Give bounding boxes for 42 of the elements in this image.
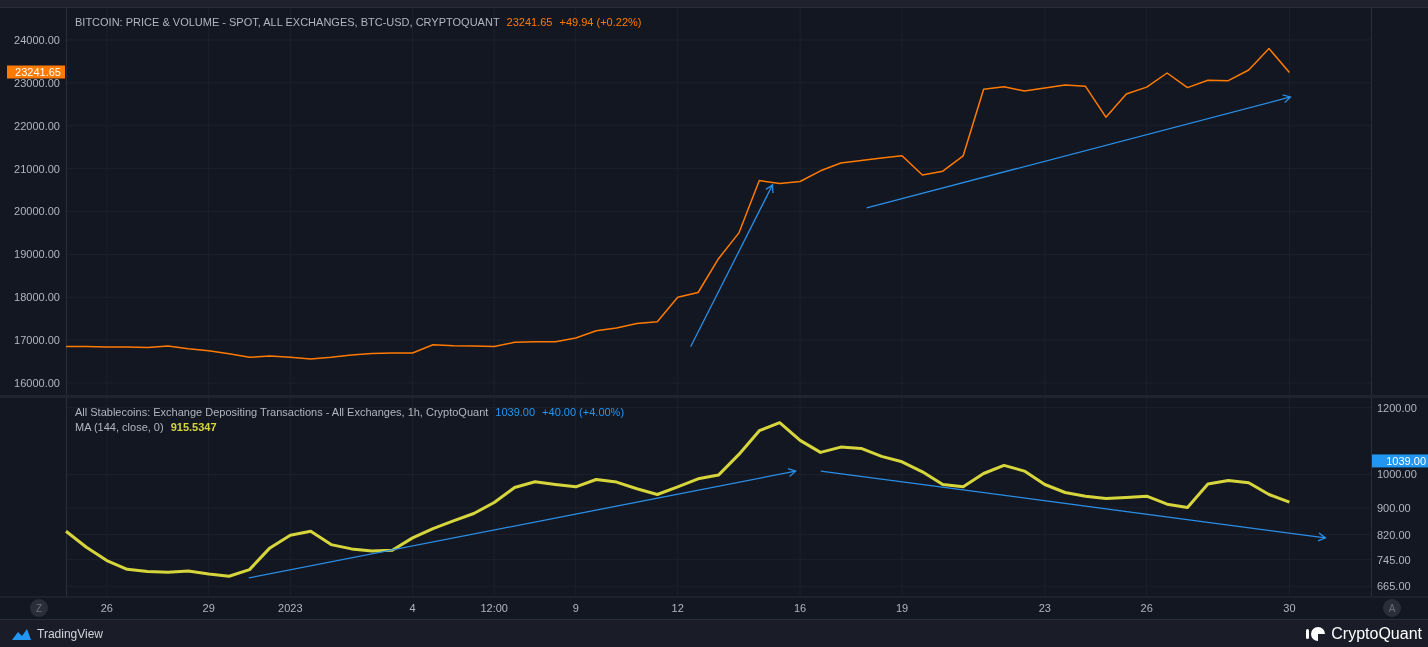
time-label: 23 [1038,602,1051,614]
auto-scale-button[interactable]: A [1383,599,1401,617]
axis-label: 19000.00 [14,248,60,261]
price-change: +49.94 (+0.22%) [559,16,642,28]
price-value: 23241.65 [506,16,553,28]
brand-name: TradingView [37,626,104,641]
axis-label: 820.00 [1377,528,1411,541]
time-label: 26 [100,602,113,614]
axis-label: 22000.00 [14,119,60,132]
axis-label: 16000.00 [14,377,60,389]
axis-label: 21000.00 [14,162,60,175]
brand-name: CryptoQuant [1331,624,1422,643]
axis-label: 900.00 [1377,501,1411,514]
time-label: 12:00 [480,602,508,614]
axis-label: 665.00 [1377,580,1411,593]
time-label: 9 [572,602,579,614]
time-label: 19 [895,602,909,614]
axis-label: 17000.00 [14,334,60,347]
axis-label: 18000.00 [14,291,60,304]
time-label: 30 [1283,602,1296,614]
series-value: 1039.00 [495,406,536,418]
time-label: 26 [1140,602,1153,614]
time-label: 16 [793,602,807,614]
zoom-button[interactable]: Z [30,599,48,617]
axis-label: 20000.00 [14,205,60,218]
series-title: BITCOIN: PRICE & VOLUME - SPOT, ALL EXCHANGES, BTC-USD, CRYPTOQUANT [75,16,500,28]
circle-logo-icon [1306,625,1327,642]
series-title: All Stablecoins: Exchange Depositing Transactions - All Exchanges, 1h, CryptoQuant [75,406,489,418]
axis-label: 24000.00 [14,34,60,46]
time-label: 12 [671,602,684,614]
time-label: 2023 [278,602,303,614]
axis-label: 1000.00 [1377,468,1417,481]
indicator-title: MA (144, close, 0) [75,421,164,433]
axis-label: 23000.00 [14,76,60,89]
indicator-value: 915.5347 [170,421,217,433]
time-label: 4 [409,602,416,614]
time-label: 29 [202,602,215,614]
axis-label: 1200.00 [1377,401,1417,414]
price-tag: 23241.65 [7,65,65,79]
axis-label: 745.00 [1377,553,1411,566]
price-tag: 1039.00 [1372,454,1428,468]
series-change: +40.00 (+4.00%) [542,406,625,418]
